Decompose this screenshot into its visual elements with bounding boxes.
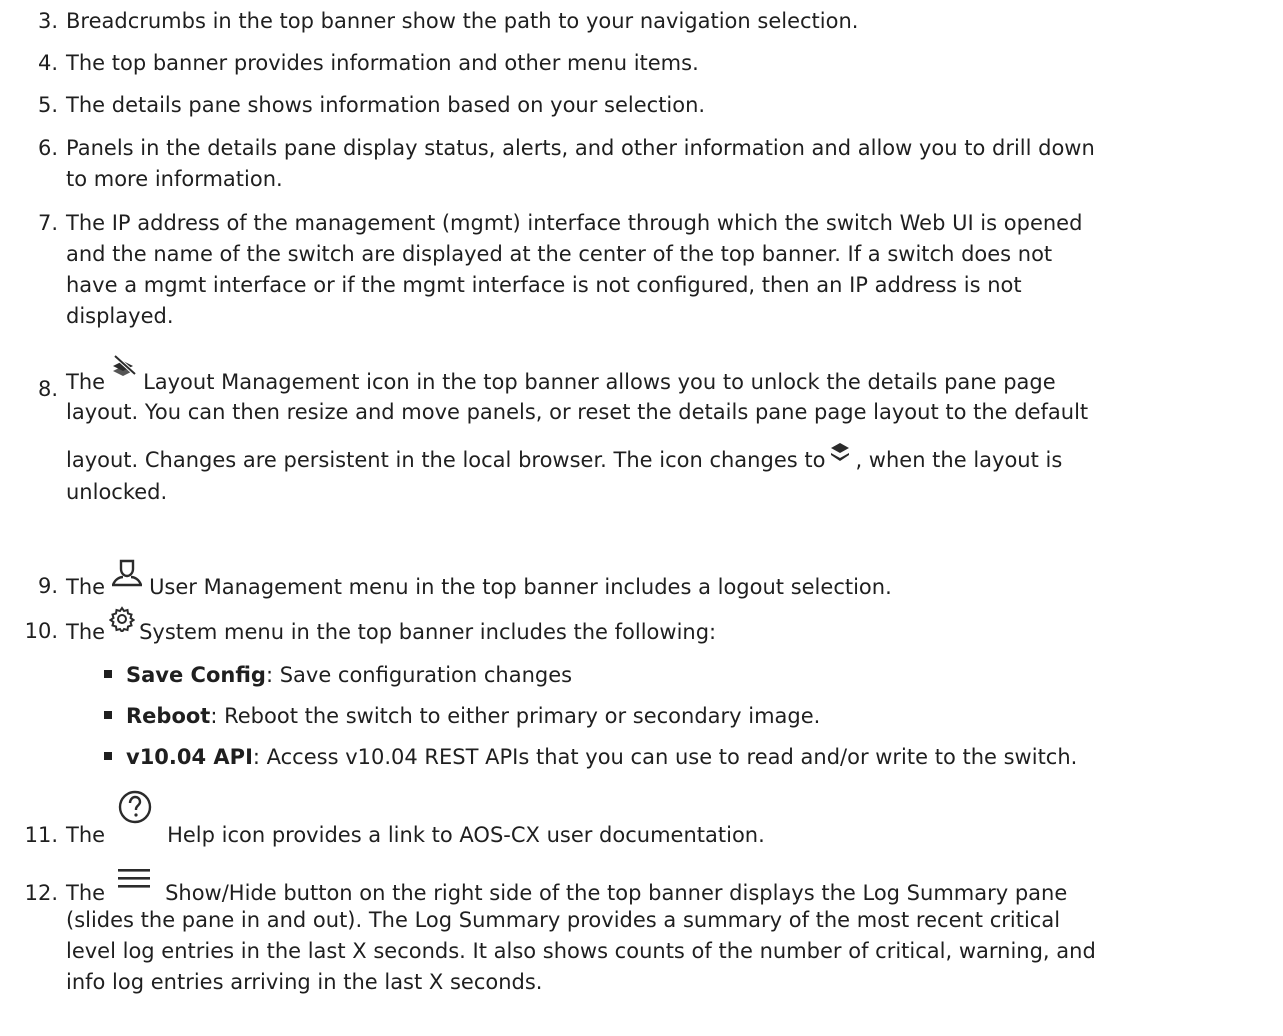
item-line: (slides the pane in and out). The Log Su… [66, 908, 1061, 932]
item-text: The IP address of the management (mgmt) … [66, 208, 1281, 332]
list-item: v10.04 API: Access v10.04 REST APIs that… [104, 742, 1077, 773]
item-number: 9. [37, 574, 58, 598]
item-suffix: Layout Management icon in the top banner… [143, 370, 1056, 394]
item-prefix: The [66, 575, 106, 599]
item-number: 4. [37, 51, 58, 75]
bullet-icon [104, 752, 112, 760]
item-line: unlocked. [66, 480, 168, 504]
item-number: 5. [37, 93, 58, 117]
item-line: layout. Changes are persistent in the lo… [66, 440, 1281, 481]
item-line: displayed. [66, 304, 174, 328]
item-line: layout. You can then resize and move pan… [66, 400, 1089, 424]
item-line-part: layout. Changes are persistent in the lo… [66, 448, 826, 472]
item-number: 10. [24, 619, 58, 643]
item-suffix: Show/Hide button on the right side of th… [165, 881, 1068, 905]
layers-icon [829, 437, 851, 477]
item-line: info log entries arriving in the last X … [66, 970, 543, 994]
item-line-part: , when the layout is [855, 448, 1063, 472]
item-text: The System menu in the top banner include… [66, 606, 1281, 655]
item-text: The User Management menu in the top banne… [66, 559, 1281, 611]
menu-option-desc: : Reboot the switch to either primary or… [210, 704, 821, 728]
hamburger-menu-icon [117, 859, 151, 905]
item-suffix: Help icon provides a link to AOS-CX user… [167, 823, 765, 847]
help-icon [117, 789, 153, 847]
item-suffix: System menu in the top banner includes t… [139, 620, 717, 644]
menu-option-label: v10.04 API [126, 745, 253, 769]
item-line: to more information. [66, 167, 283, 191]
bullet-icon [104, 711, 112, 719]
item-line: The IP address of the management (mgmt) … [66, 211, 1083, 235]
menu-option-desc: : Access v10.04 REST APIs that you can u… [252, 745, 1078, 769]
item-text: The Layout Management icon in the top ban… [66, 354, 1281, 506]
menu-option-desc: : Save configuration changes [265, 663, 573, 687]
item-line: Breadcrumbs in the top banner show the p… [66, 9, 859, 33]
layout-management-icon [109, 353, 139, 393]
item-number: 11. [24, 823, 58, 847]
item-number: 3. [37, 9, 58, 33]
item-number: 7. [37, 211, 58, 235]
bullet-icon [104, 670, 112, 678]
item-line: The User Management menu in the top banne… [66, 559, 1281, 611]
item-number: 12. [24, 881, 58, 905]
item-line: Panels in the details pane display statu… [66, 136, 1095, 160]
item-text: Breadcrumbs in the top banner show the p… [66, 6, 1281, 37]
list-item: Reboot: Reboot the switch to either prim… [104, 701, 820, 732]
item-text: The Show/Hide button on the right side of… [66, 869, 1281, 1010]
item-line: The top banner provides information and … [66, 51, 699, 75]
item-number: 6. [37, 136, 58, 160]
item-text: Panels in the details pane display statu… [66, 133, 1281, 195]
item-line: and the name of the switch are displayed… [66, 242, 1053, 266]
item-prefix: The [66, 370, 106, 394]
item-number: 8. [37, 377, 58, 401]
item-text: The top banner provides information and … [66, 48, 1281, 79]
menu-option-label: Save Config [126, 663, 266, 687]
item-prefix: The [66, 620, 106, 644]
item-line: The Help icon provides a link to AOS-CX u… [66, 790, 1281, 865]
item-text: The Help icon provides a link to AOS-CX u… [66, 790, 1281, 851]
item-line: The details pane shows information based… [66, 93, 706, 117]
user-icon [109, 558, 145, 603]
item-line: level log entries in the last X seconds.… [66, 939, 1096, 963]
item-suffix: User Management menu in the top banner i… [149, 575, 892, 599]
list-item: Save Config: Save configuration changes [104, 660, 572, 691]
item-text: The details pane shows information based… [66, 90, 1281, 121]
item-line: The System menu in the top banner include… [66, 606, 1281, 655]
menu-option-label: Reboot [126, 704, 211, 728]
item-prefix: The [66, 881, 106, 905]
gear-icon [108, 603, 136, 647]
item-prefix: The [66, 823, 106, 847]
item-line: have a mgmt interface or if the mgmt int… [66, 273, 1022, 297]
